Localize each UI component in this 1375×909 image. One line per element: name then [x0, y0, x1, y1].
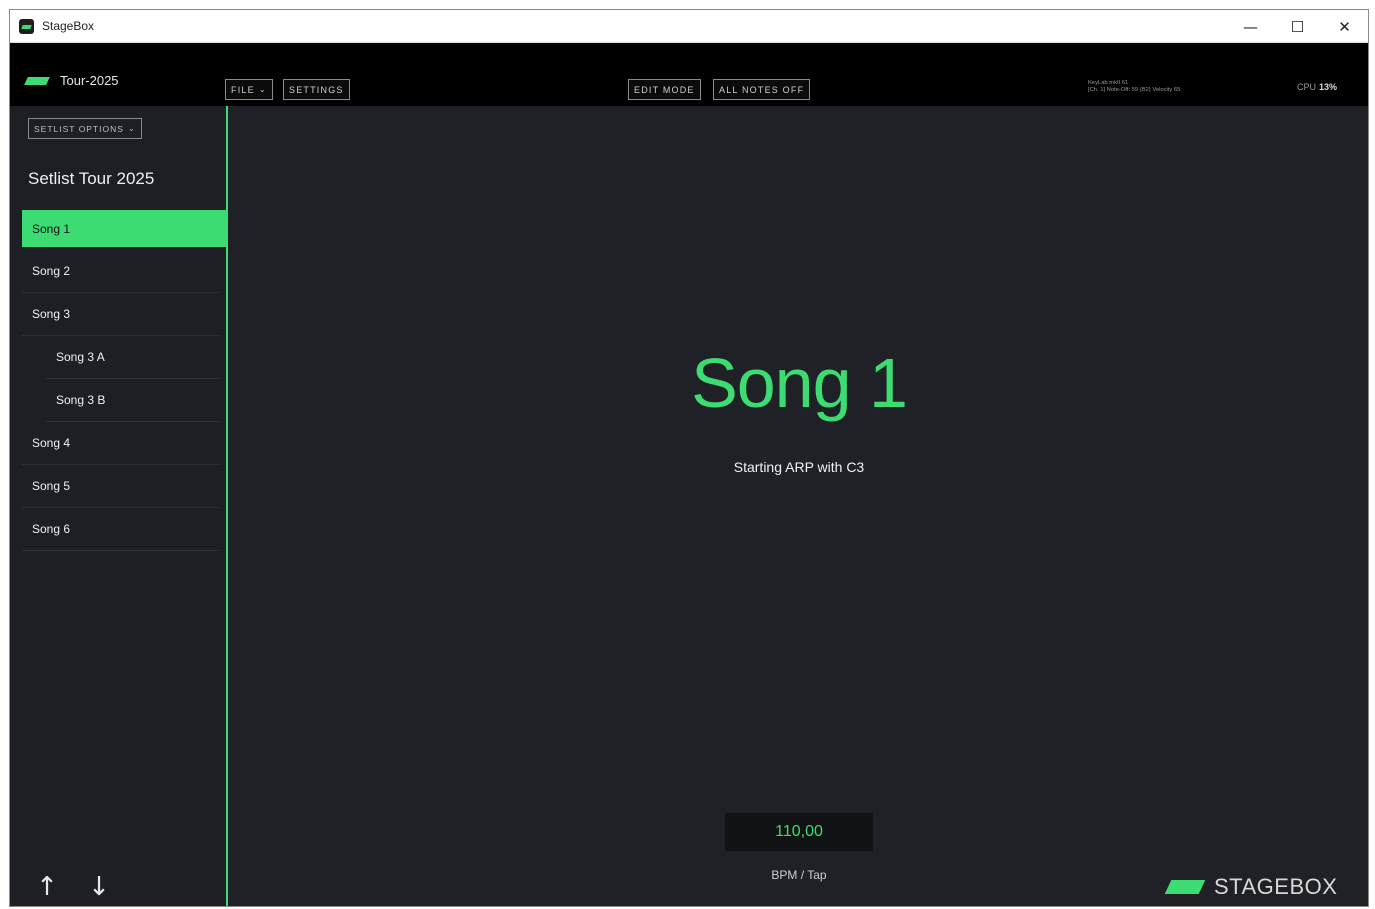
song-item-3[interactable]: Song 3: [22, 293, 219, 336]
logo-text: STAGEBOX: [1214, 874, 1338, 899]
midi-last-event: [Ch. 1] Note-Off: 59 (B2) Velocity 65: [1088, 87, 1181, 93]
midi-device-info: KeyLab mkII 61 [Ch. 1] Note-Off: 59 (B2)…: [1088, 80, 1180, 94]
setlist-options-label: SETLIST OPTIONS: [34, 123, 124, 134]
arrow-up-icon[interactable]: ↑: [32, 872, 62, 902]
app-logo-icon: [19, 18, 34, 34]
window-title: StageBox: [42, 19, 95, 33]
song-note: Starting ARP with C3: [733, 459, 865, 475]
top-toolbar: Tour-2025 FILE ⌄ SETTINGS EDIT MODE ALL …: [10, 43, 1368, 106]
edit-mode-button[interactable]: EDIT MODE: [628, 79, 701, 100]
brand-logo-icon: [24, 76, 50, 85]
settings-button[interactable]: SETTINGS: [283, 79, 350, 100]
cpu-value: 13%: [1319, 82, 1338, 92]
maximize-button[interactable]: ☐: [1274, 10, 1321, 43]
bpm-tap-button[interactable]: 110,00: [725, 813, 873, 851]
all-notes-off-button[interactable]: ALL NOTES OFF: [713, 79, 811, 100]
cpu-meter: CPU 13%: [1297, 82, 1337, 92]
midi-device-name: KeyLab mkII 61: [1088, 80, 1129, 86]
cpu-label: CPU: [1297, 82, 1317, 92]
current-song-title: Song 1: [691, 344, 908, 422]
song-item-2[interactable]: Song 2: [22, 250, 219, 293]
chevron-down-icon: ⌄: [258, 85, 267, 94]
setlist-options-button[interactable]: SETLIST OPTIONS ⌄: [28, 118, 142, 139]
close-button[interactable]: ✕: [1321, 10, 1368, 43]
project-name: Tour-2025: [60, 73, 119, 88]
window-controls: — ☐ ✕: [1227, 10, 1368, 43]
edit-mode-label: EDIT MODE: [634, 84, 695, 95]
song-list: Song 1 Song 2 Song 3 Song 3 A Song 3 B S…: [22, 210, 227, 551]
app-window: StageBox — ☐ ✕ Tour-2025 FILE ⌄ SETTINGS…: [9, 9, 1369, 907]
song-navigation: ↑ ↓: [32, 872, 136, 902]
song-item-4[interactable]: Song 4: [22, 422, 219, 465]
song-item-1[interactable]: Song 1: [22, 210, 227, 247]
title-bar: StageBox — ☐ ✕: [10, 10, 1368, 43]
setlist-sidebar: SETLIST OPTIONS ⌄ Setlist Tour 2025 Song…: [10, 106, 227, 906]
setlist-title: Setlist Tour 2025: [28, 169, 155, 188]
stagebox-logo-icon: [1164, 880, 1206, 894]
song-item-3b[interactable]: Song 3 B: [46, 379, 219, 422]
file-menu-button[interactable]: FILE ⌄: [225, 79, 273, 100]
settings-label: SETTINGS: [289, 84, 344, 95]
song-item-6[interactable]: Song 6: [22, 508, 219, 551]
file-menu-label: FILE: [231, 84, 255, 95]
chevron-down-icon: ⌄: [127, 124, 136, 133]
main-panel: Song 1 Starting ARP with C3 110,00 BPM /…: [228, 106, 1368, 906]
bpm-label: BPM / Tap: [771, 868, 827, 882]
song-item-3a[interactable]: Song 3 A: [46, 336, 219, 379]
all-notes-off-label: ALL NOTES OFF: [719, 84, 805, 95]
song-item-5[interactable]: Song 5: [22, 465, 219, 508]
stagebox-logo: STAGEBOX: [1164, 874, 1338, 900]
arrow-down-icon[interactable]: ↓: [84, 872, 114, 902]
brand: Tour-2025: [24, 73, 119, 88]
minimize-button[interactable]: —: [1227, 10, 1274, 43]
